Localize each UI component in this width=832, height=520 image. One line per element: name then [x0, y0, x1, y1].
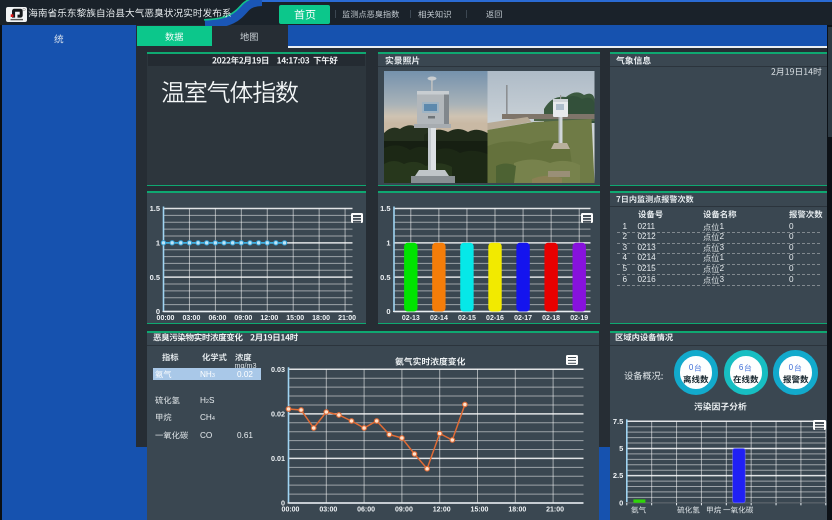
svg-text:02-13: 02-13: [402, 315, 420, 322]
svg-text:0.01: 0.01: [271, 454, 285, 463]
svg-text:1.5: 1.5: [150, 204, 160, 213]
svg-text:12:00: 12:00: [433, 507, 451, 514]
svg-text:06:00: 06:00: [357, 507, 375, 514]
svg-text:02-15: 02-15: [458, 315, 476, 322]
svg-text:0.5: 0.5: [150, 273, 160, 282]
svg-text:18:00: 18:00: [312, 315, 330, 322]
svg-text:03:00: 03:00: [319, 507, 337, 514]
svg-text:2.5: 2.5: [612, 471, 622, 480]
svg-text:18:00: 18:00: [508, 507, 526, 514]
svg-text:15:00: 15:00: [286, 315, 304, 322]
svg-text:1.5: 1.5: [380, 204, 390, 213]
svg-text:0.02: 0.02: [271, 410, 285, 419]
svg-text:7.5: 7.5: [612, 417, 622, 426]
svg-text:15:00: 15:00: [471, 507, 489, 514]
svg-text:0: 0: [386, 307, 390, 316]
svg-text:21:00: 21:00: [338, 315, 356, 322]
svg-text:0: 0: [619, 498, 623, 507]
svg-text:03:00: 03:00: [182, 315, 200, 322]
svg-text:0.03: 0.03: [271, 365, 285, 374]
svg-text:1: 1: [156, 238, 160, 247]
svg-text:12:00: 12:00: [260, 315, 278, 322]
svg-text:5: 5: [619, 444, 623, 453]
svg-text:21:00: 21:00: [546, 507, 564, 514]
svg-text:0.5: 0.5: [380, 273, 390, 282]
svg-text:00:00: 00:00: [282, 507, 300, 514]
svg-text:02-17: 02-17: [514, 315, 532, 322]
svg-text:09:00: 09:00: [234, 315, 252, 322]
svg-text:02-18: 02-18: [542, 315, 560, 322]
svg-text:06:00: 06:00: [208, 315, 226, 322]
svg-text:02-16: 02-16: [486, 315, 504, 322]
svg-text:1: 1: [386, 238, 390, 247]
svg-text:09:00: 09:00: [395, 507, 413, 514]
svg-text:00:00: 00:00: [157, 315, 175, 322]
svg-text:02-14: 02-14: [430, 315, 448, 322]
svg-text:02-19: 02-19: [570, 315, 588, 322]
